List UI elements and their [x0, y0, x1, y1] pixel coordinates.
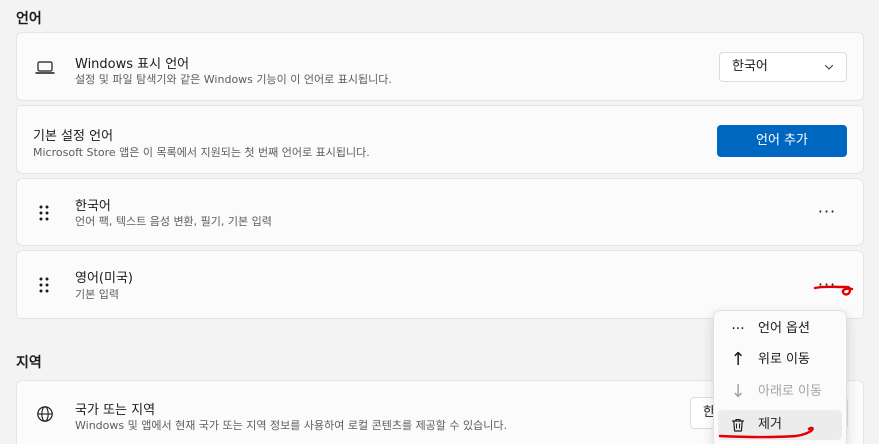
country-region-description: Windows 및 앱에서 현재 국가 또는 지역 정보를 사용하여 로컬 콘텐…	[75, 419, 508, 432]
menu-item-label: 제거	[758, 417, 782, 432]
arrow-down-icon: ↓	[730, 381, 746, 402]
region-section-title: 지역	[16, 355, 42, 371]
drag-handle-icon[interactable]	[38, 277, 50, 293]
menu-item-language-options[interactable]: ··· 언어 옵션	[718, 314, 842, 344]
menu-item-label: 언어 옵션	[758, 321, 810, 336]
trash-icon	[730, 417, 746, 433]
language-row-english-us[interactable]: 영어(미국) 기본 입력 ···	[16, 250, 864, 319]
display-language-selected: 한국어	[732, 59, 768, 74]
language-context-menu: ··· 언어 옵션 ↑ 위로 이동 ↓ 아래로 이동 제거	[713, 310, 847, 444]
language-name: 한국어	[75, 199, 111, 214]
more-options-button[interactable]: ···	[813, 202, 841, 226]
menu-item-label: 위로 이동	[758, 352, 810, 367]
language-name: 영어(미국)	[75, 271, 133, 286]
drag-handle-icon[interactable]	[38, 205, 50, 221]
more-options-button[interactable]: ···	[813, 275, 841, 299]
globe-icon	[35, 404, 55, 424]
arrow-up-icon: ↑	[730, 349, 746, 370]
display-language-description: 설정 및 파일 탐색기와 같은 Windows 기능이 이 언어로 표시됩니다.	[75, 73, 392, 86]
language-section-title: 언어	[16, 11, 42, 27]
menu-item-label: 아래로 이동	[758, 384, 822, 399]
preferred-language-title: 기본 설정 언어	[33, 129, 114, 144]
display-language-dropdown[interactable]: 한국어	[719, 52, 847, 82]
language-features: 기본 입력	[75, 288, 119, 301]
display-language-title: Windows 표시 언어	[75, 57, 190, 72]
menu-item-move-up[interactable]: ↑ 위로 이동	[718, 345, 842, 375]
preferred-language-card: 기본 설정 언어 Microsoft Store 앱은 이 목록에서 지원되는 …	[16, 105, 864, 174]
menu-item-remove[interactable]: 제거	[718, 410, 842, 440]
chevron-down-icon	[824, 64, 834, 70]
preferred-language-description: Microsoft Store 앱은 이 목록에서 지원되는 첫 번째 언어로 …	[33, 146, 370, 159]
country-region-title: 국가 또는 지역	[75, 403, 156, 418]
language-features: 언어 팩, 텍스트 음성 변환, 필기, 기본 입력	[75, 215, 272, 228]
language-row-korean[interactable]: 한국어 언어 팩, 텍스트 음성 변환, 필기, 기본 입력 ···	[16, 178, 864, 246]
menu-item-move-down: ↓ 아래로 이동	[718, 377, 842, 407]
display-language-card: Windows 표시 언어 설정 및 파일 탐색기와 같은 Windows 기능…	[16, 32, 864, 101]
more-icon: ···	[731, 321, 745, 337]
add-language-button[interactable]: 언어 추가	[717, 125, 847, 157]
laptop-icon	[35, 58, 55, 78]
